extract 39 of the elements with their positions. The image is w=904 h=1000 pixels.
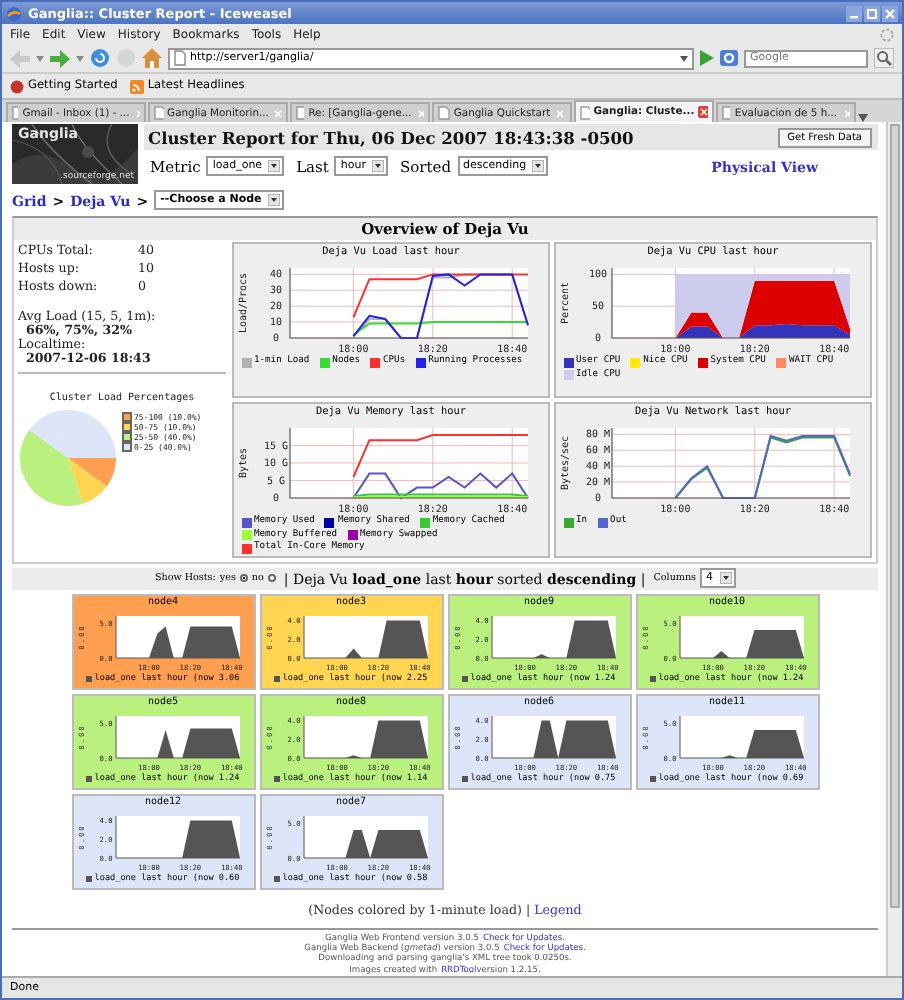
chart-axes: [490, 715, 616, 759]
chart-axes: [302, 715, 428, 759]
forward-icon[interactable]: [50, 49, 70, 67]
caret-icon: [719, 572, 732, 585]
chart-axes: [114, 715, 240, 759]
reload-icon[interactable]: [90, 48, 110, 68]
browser-icon: [6, 5, 22, 21]
scrollbar[interactable]: [886, 122, 902, 976]
load-area: [148, 626, 239, 658]
search-icon[interactable]: [874, 48, 894, 68]
caret-icon: [267, 194, 280, 207]
line-series: [352, 472, 529, 500]
page-icon: [174, 50, 186, 66]
feed-icon: [129, 79, 144, 93]
caret-icon: [532, 160, 545, 172]
caret-icon: [268, 160, 281, 172]
minimize-icon[interactable]: [846, 5, 862, 21]
radio-button[interactable]: [239, 574, 248, 583]
home-icon[interactable]: [142, 48, 162, 68]
go-icon[interactable]: [700, 50, 714, 66]
caret-icon: [372, 160, 385, 172]
maximize-icon[interactable]: [864, 5, 880, 21]
radio-button[interactable]: [267, 574, 276, 583]
tab-list-icon[interactable]: [858, 114, 868, 122]
dropdown-icon[interactable]: [680, 55, 688, 61]
close-icon[interactable]: [698, 106, 708, 118]
bookmark-icon: [10, 79, 24, 93]
close-icon[interactable]: [882, 5, 898, 21]
chart-axes: [302, 815, 428, 859]
throbber-icon: [880, 27, 894, 41]
chart-axes: [678, 715, 804, 759]
load-area: [712, 629, 803, 658]
chart-axes: [490, 615, 616, 659]
report-title: Cluster Report for Thu, 06 Dec 2007 18:43:38 -0500: [148, 127, 634, 147]
chart-axes: [114, 815, 240, 859]
chart-axes: [678, 615, 804, 659]
chart-axes: [114, 615, 240, 659]
chart-axes: [302, 615, 428, 659]
search-engine-icon[interactable]: [720, 50, 738, 66]
